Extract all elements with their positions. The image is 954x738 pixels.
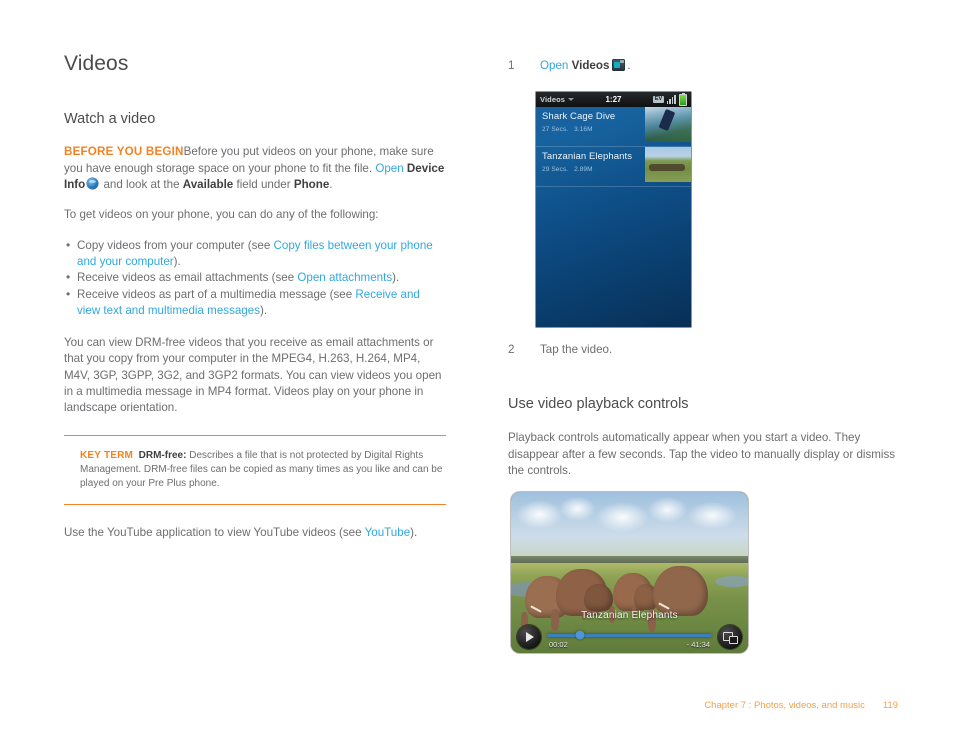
video-size: 2.89M [574, 166, 593, 173]
formats-paragraph: You can view DRM-free videos that you re… [64, 336, 442, 415]
step-2-number: 2 [508, 343, 515, 356]
list-item: Receive videos as email attachments (see… [64, 269, 446, 286]
play-icon[interactable] [517, 625, 541, 649]
byb-bold-phone: Phone [293, 178, 330, 192]
remaining-time: - 41:34 [686, 640, 710, 649]
byb-text-4: . [329, 178, 333, 192]
video-size: 3.16M [574, 126, 593, 133]
link-open[interactable]: Open [375, 162, 403, 175]
right-column: 1 Open Videos. [508, 58, 898, 74]
shark-cage-dive-thumbnail [645, 107, 691, 142]
videos-app-icon [612, 59, 626, 71]
signal-bars-icon [666, 95, 676, 104]
phone-screenshot-videos-list: Videos 1:27 EV Shark Cage Dive 27 Secs. 3… [536, 92, 691, 327]
list-item[interactable]: Tanzanian Elephants 29 Secs. 2.89M [536, 147, 691, 187]
footer-page-number: 119 [882, 700, 898, 711]
playback-paragraph: Playback controls automatically appear w… [508, 431, 896, 477]
tanzanian-elephants-thumbnail [645, 147, 691, 182]
document-page: Videos Watch a video BEFORE YOU BEGINBef… [0, 0, 954, 738]
before-you-begin-label: BEFORE YOU BEGIN [64, 145, 184, 159]
byb-text-3: field under [233, 178, 294, 192]
key-term-name: DRM-free: [138, 449, 187, 461]
step-2: 2 Tap the video. [508, 342, 898, 358]
step-1-number: 1 [508, 59, 515, 72]
progress-thumb[interactable] [575, 630, 585, 640]
status-indicators: EV [653, 92, 687, 106]
bullet-2-pre: Receive videos as email attachments (see [77, 271, 298, 285]
step-1-period: . [627, 59, 631, 72]
battery-icon [679, 92, 687, 106]
page-title: Videos [64, 52, 129, 75]
bullet-3-post: ). [260, 303, 268, 317]
right-column-lower: 2 Tap the video. Use video playback contr… [508, 342, 898, 493]
clouds [511, 495, 748, 544]
phone-status-bar: Videos 1:27 EV [536, 92, 691, 107]
byb-text-2: and look at the [100, 178, 183, 192]
elephant [581, 583, 613, 621]
video-duration: 27 Secs. [542, 126, 569, 133]
list-item: Copy videos from your computer (see Copy… [64, 237, 446, 271]
key-term-text: KEY TERM DRM-free: Describes a file that… [80, 449, 446, 491]
section-heading-watch-a-video: Watch a video [64, 111, 156, 128]
step-1: 1 Open Videos. [508, 58, 898, 74]
byb-bold-available: Available [182, 178, 234, 192]
bullet-1-pre: Copy videos from your computer (see [77, 238, 274, 252]
left-column: Videos Watch a video BEFORE YOU BEGINBef… [64, 52, 446, 555]
step-2-text: Tap the video. [540, 343, 613, 356]
page-footer: Chapter 7 : Photos, videos, and music 119 [704, 700, 898, 711]
elephant [647, 566, 708, 632]
link-open-attachments[interactable]: Open attachments [297, 271, 392, 284]
link-youtube[interactable]: YouTube [365, 526, 411, 539]
step-1-bold-videos: Videos [571, 59, 610, 72]
footer-chapter: Chapter 7 : Photos, videos, and music [704, 700, 865, 711]
phone-screenshot-video-player: Tanzanian Elephants 00:02 - 41:34 [511, 492, 748, 653]
fullscreen-toggle-icon[interactable] [718, 625, 742, 649]
link-open-videos[interactable]: Open [540, 59, 568, 72]
bullet-3-pre: Receive videos as part of a multimedia m… [77, 287, 356, 301]
video-duration: 29 Secs. [542, 166, 569, 173]
device-info-icon [87, 178, 99, 190]
get-videos-bullet-list: Copy videos from your computer (see Copy… [64, 237, 446, 320]
section-heading-playback-controls: Use video playback controls [508, 396, 689, 412]
youtube-post: ). [410, 525, 418, 539]
youtube-pre: Use the YouTube application to view YouT… [64, 525, 365, 539]
bullet-2-post: ). [392, 271, 400, 285]
network-badge: EV [653, 96, 664, 103]
before-you-begin-note: BEFORE YOU BEGINBefore you put videos on… [64, 144, 446, 193]
key-term-box: KEY TERM DRM-free: Describes a file that… [64, 434, 446, 505]
bullet-1-post: ). [173, 254, 181, 268]
list-item[interactable]: Shark Cage Dive 27 Secs. 3.16M [536, 107, 691, 147]
key-term-label: KEY TERM [80, 449, 134, 461]
list-item: Receive videos as part of a multimedia m… [64, 286, 446, 320]
water-pool-right [714, 575, 748, 587]
elapsed-time: 00:02 [549, 640, 568, 649]
youtube-paragraph: Use the YouTube application to view YouT… [64, 525, 446, 541]
key-term-definition: Describes a file that is not protected b… [80, 449, 443, 489]
progress-slider[interactable] [547, 630, 712, 640]
intro-paragraph: To get videos on your phone, you can do … [64, 208, 379, 222]
playback-controls: 00:02 - 41:34 [511, 619, 748, 653]
